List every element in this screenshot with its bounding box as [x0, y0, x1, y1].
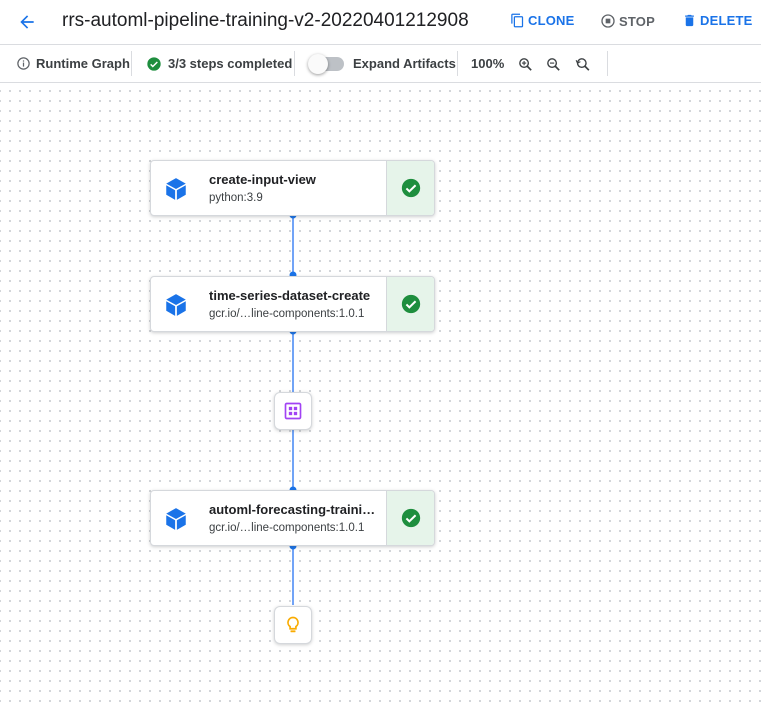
pipeline-node-time-series-dataset-create[interactable]: time-series-dataset-create gcr.io/…line-…: [150, 276, 435, 332]
arrow-back-icon: [20, 15, 34, 29]
pipeline-node-automl-forecasting-training[interactable]: automl-forecasting-traini… gcr.io/…line-…: [150, 490, 435, 546]
zoom-reset-icon: [575, 57, 589, 71]
delete-button[interactable]: DELETE: [682, 13, 752, 28]
check-circle-icon: [401, 294, 420, 314]
zoom-out-button[interactable]: [543, 54, 563, 74]
check-circle-icon: [147, 56, 161, 71]
info-icon: [17, 57, 30, 70]
node-status: [386, 491, 434, 545]
zoom-reset-button[interactable]: [572, 54, 592, 74]
check-circle-icon: [401, 508, 420, 528]
node-image: python:3.9: [209, 192, 263, 204]
stop-circle-icon: [601, 14, 615, 28]
back-button[interactable]: [14, 9, 40, 35]
node-name: time-series-dataset-create: [209, 288, 371, 303]
clone-label: CLONE: [528, 13, 575, 28]
expand-artifacts-toggle-group[interactable]: Expand Artifacts: [308, 45, 456, 82]
expand-artifacts-label: Expand Artifacts: [353, 56, 456, 71]
toolbar-divider: [294, 51, 295, 76]
artifact-node-dataset[interactable]: [274, 392, 312, 430]
steps-completed-label: 3/3 steps completed: [168, 56, 293, 71]
page-header: rrs-automl-pipeline-training-v2-20220401…: [0, 0, 761, 45]
trash-icon: [685, 14, 694, 27]
pipeline-node-create-input-view[interactable]: create-input-view python:3.9: [150, 160, 435, 216]
check-circle-icon: [401, 178, 420, 198]
expand-artifacts-toggle[interactable]: [308, 53, 344, 74]
delete-label: DELETE: [700, 13, 753, 28]
cube-icon: [166, 508, 186, 530]
clone-button[interactable]: CLONE: [510, 13, 575, 28]
zoom-in-icon: [518, 57, 532, 71]
dataset-icon: [284, 402, 302, 420]
zoom-in-button[interactable]: [515, 54, 535, 74]
graph-toolbar: Runtime Graph 3/3 steps completed Expand…: [0, 45, 761, 83]
copy-icon: [511, 13, 524, 28]
runtime-graph-info[interactable]: Runtime Graph: [16, 45, 130, 82]
stop-button[interactable]: STOP: [600, 13, 655, 29]
zoom-level-label: 100%: [471, 56, 505, 71]
cube-icon: [166, 178, 186, 200]
steps-status: 3/3 steps completed: [146, 45, 292, 82]
toggle-knob: [308, 53, 328, 74]
node-name: create-input-view: [209, 172, 316, 187]
toolbar-divider: [607, 51, 608, 76]
toolbar-divider: [457, 51, 458, 76]
node-name: automl-forecasting-traini…: [209, 502, 376, 517]
zoom-out-icon: [546, 57, 560, 71]
stop-label: STOP: [619, 13, 655, 29]
toolbar-divider: [131, 51, 132, 76]
cube-icon: [166, 294, 186, 316]
runtime-graph-label: Runtime Graph: [36, 56, 130, 71]
zoom-level: 100%: [471, 45, 504, 82]
node-image: gcr.io/…line-components:1.0.1: [209, 308, 365, 320]
node-status: [386, 161, 434, 215]
node-status: [386, 277, 434, 331]
pipeline-graph-canvas[interactable]: create-input-view python:3.9 time-series…: [0, 83, 761, 705]
page-title: rrs-automl-pipeline-training-v2-20220401…: [62, 10, 469, 31]
node-image: gcr.io/…line-components:1.0.1: [209, 522, 365, 534]
lightbulb-icon: [287, 616, 299, 633]
artifact-node-model[interactable]: [274, 606, 312, 644]
